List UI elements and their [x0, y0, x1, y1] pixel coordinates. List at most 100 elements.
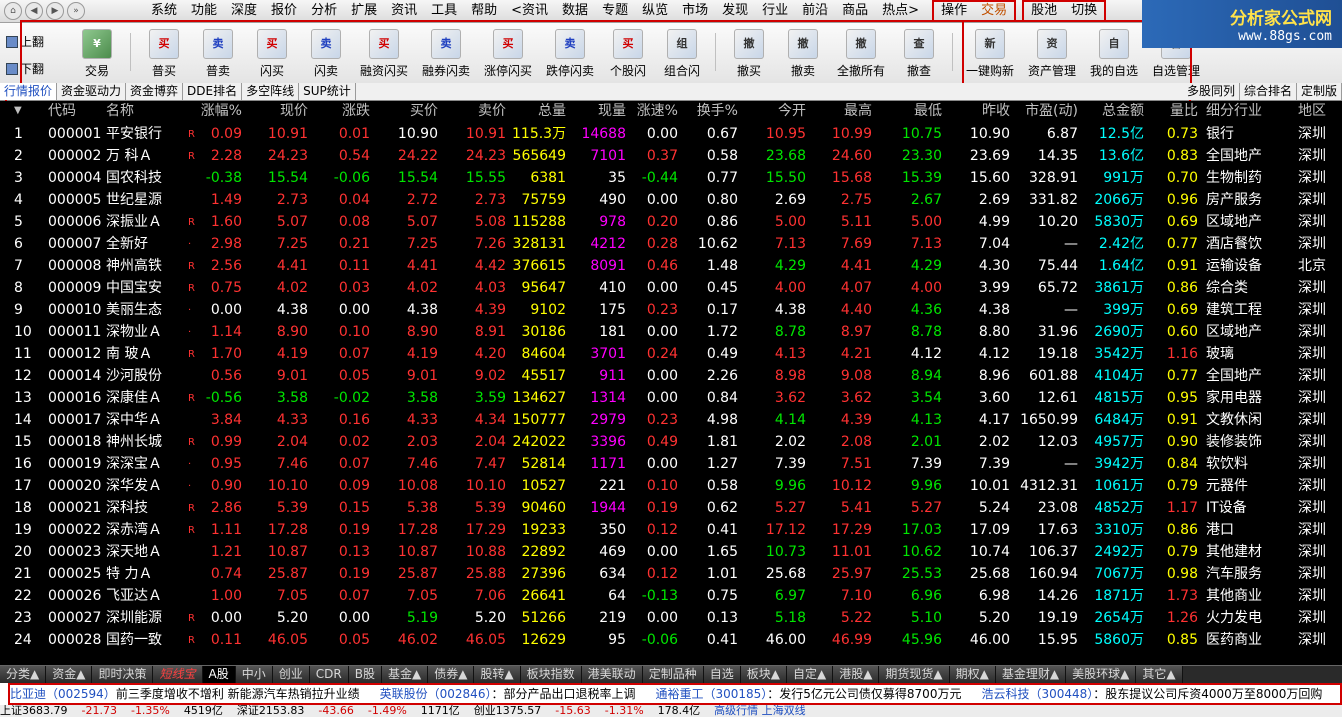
menu-item[interactable]: 系统: [144, 0, 184, 22]
tool-button[interactable]: 卖跌停闪卖: [539, 25, 601, 79]
menu-item[interactable]: 工具: [424, 0, 464, 22]
market-tab[interactable]: 债券▲: [428, 666, 475, 683]
market-tab[interactable]: 板块指数: [520, 666, 582, 683]
menu-item[interactable]: 深度: [224, 0, 264, 22]
table-row[interactable]: 10 000011 深物业Ａ 1.14 8.90 0.10 8.90 8.91 30186 181…: [0, 321, 1342, 343]
table-row[interactable]: 14 000017 深中华Ａ 3.84 4.33 0.16 4.33 4.34 150777 29…: [0, 409, 1342, 431]
market-tab[interactable]: 股转▲: [474, 666, 521, 683]
table-row[interactable]: 5 000006 深振业Ａ 1.60 5.07 0.08 5.07 5.08 115288 978…: [0, 211, 1342, 233]
column-header[interactable]: 总金额: [1088, 101, 1144, 121]
column-header[interactable]: 卖价: [446, 101, 506, 121]
table-row[interactable]: 21 000025 特 力Ａ 0.74 25.87 0.19 25.87 25.88 27396…: [0, 563, 1342, 585]
subtab[interactable]: 多空阵线: [242, 83, 300, 100]
table-row[interactable]: 20 000023 深天地Ａ 1.21 10.87 0.13 10.87 10.88 22892…: [0, 541, 1342, 563]
column-header[interactable]: 地区: [1298, 101, 1338, 121]
market-tab[interactable]: 分类▲: [0, 666, 47, 683]
market-tab[interactable]: 港美联动: [581, 666, 643, 683]
table-row[interactable]: 11 000012 南 玻Ａ 1.70 4.19 0.07 4.19 4.20 84604 370…: [0, 343, 1342, 365]
news-item[interactable]: 通裕重工（300185）：发行5亿元公司债仅募得8700万元: [645, 683, 971, 705]
menu-item[interactable]: 资讯: [384, 0, 424, 22]
table-row[interactable]: 22 000026 飞亚达Ａ 1.00 7.05 0.07 7.05 7.06 26641 64-…: [0, 585, 1342, 607]
subtab[interactable]: 资金博弈: [126, 83, 184, 100]
menu-item[interactable]: 商品: [835, 0, 875, 22]
table-row[interactable]: 8 000009 中国宝安 0.75 4.02 0.03 4.02 4.03 95647 410 0…: [0, 277, 1342, 299]
column-header[interactable]: 总量: [512, 101, 566, 121]
column-header[interactable]: 买价: [378, 101, 438, 121]
column-header[interactable]: 换手%: [686, 101, 738, 121]
tool-button[interactable]: 买个股闪: [601, 25, 655, 79]
page-up-button[interactable]: 上翻: [6, 33, 44, 50]
table-row[interactable]: 24 000028 国药一致 0.11 46.05 0.05 46.02 46.05 12629…: [0, 629, 1342, 651]
menu-item[interactable]: 报价: [264, 0, 304, 22]
tool-button[interactable]: 卖融券闪卖: [415, 25, 477, 79]
tool-button[interactable]: 买普买: [137, 25, 191, 79]
column-header[interactable]: 名称: [106, 101, 178, 121]
column-header[interactable]: 涨跌: [316, 101, 370, 121]
column-header[interactable]: 昨收: [950, 101, 1010, 121]
menu-item[interactable]: <资讯: [504, 0, 555, 22]
table-row[interactable]: 15 000018 神州长城 0.99 2.04 0.02 2.03 2.04 242022 33…: [0, 431, 1342, 453]
market-tab[interactable]: 板块▲: [740, 666, 787, 683]
subtab[interactable]: 资金驱动力: [57, 83, 127, 100]
news-item[interactable]: 比亚迪（002594）前三季度增收不增利 新能源汽车热销拉升业绩: [0, 683, 370, 705]
subtab[interactable]: DDE排名: [183, 83, 243, 100]
menu-item[interactable]: 帮助: [464, 0, 504, 22]
table-row[interactable]: 17 000020 深华发Ａ 0.90 10.10 0.09 10.08 10.10 10527…: [0, 475, 1342, 497]
tool-button[interactable]: 撤撤买: [722, 25, 776, 79]
market-tab[interactable]: 基金▲: [381, 666, 429, 683]
menu-item[interactable]: 市场: [675, 0, 715, 22]
market-tab[interactable]: 期货现货▲: [879, 666, 950, 683]
menu-trade[interactable]: 交易: [974, 2, 1014, 20]
column-header[interactable]: 市盈(动): [1018, 101, 1078, 121]
page-down-button[interactable]: 下翻: [6, 60, 44, 77]
table-row[interactable]: 7 000008 神州高铁 2.56 4.41 0.11 4.41 4.42 376615 809…: [0, 255, 1342, 277]
table-row[interactable]: 4 000005 世纪星源 1.49 2.73 0.04 2.72 2.73 75759 490 0…: [0, 189, 1342, 211]
menu-item[interactable]: 数据: [555, 0, 595, 22]
market-tab[interactable]: CDR: [309, 666, 349, 683]
column-header[interactable]: 量比: [1152, 101, 1198, 121]
column-header[interactable]: 最低: [886, 101, 942, 121]
table-row[interactable]: 12 000014 沙河股份 0.56 9.01 0.05 9.01 9.02 45517 911…: [0, 365, 1342, 387]
table-row[interactable]: 18 000021 深科技 2.86 5.39 0.15 5.38 5.39 90460 1944…: [0, 497, 1342, 519]
market-tab[interactable]: 中小: [235, 666, 273, 683]
market-tab[interactable]: 定制品种: [642, 666, 704, 683]
market-tab[interactable]: 自选: [703, 666, 741, 683]
subtab[interactable]: 多股同列: [1183, 83, 1240, 100]
next-icon[interactable]: »: [67, 2, 85, 20]
tool-button[interactable]: 查撤查: [892, 25, 946, 79]
tool-button[interactable]: 买涨停闪买: [477, 25, 539, 79]
column-header[interactable]: 现量: [570, 101, 626, 121]
forward-icon[interactable]: ▶: [46, 2, 64, 20]
market-tab[interactable]: A股: [202, 666, 236, 683]
market-tab[interactable]: 资金▲: [46, 666, 93, 683]
menu-item[interactable]: 扩展: [344, 0, 384, 22]
subtab[interactable]: 定制版: [1297, 83, 1342, 100]
menu-item[interactable]: 发现: [715, 0, 755, 22]
sort-arrow-icon[interactable]: ▼: [14, 101, 22, 121]
table-row[interactable]: 1 000001 平安银行 0.09 10.91 0.01 10.90 10.91 115.3万…: [0, 123, 1342, 145]
column-header[interactable]: 最高: [818, 101, 872, 121]
menu-stock-pool[interactable]: 股池: [1024, 2, 1064, 20]
market-tab[interactable]: 期权▲: [949, 666, 996, 683]
tool-button[interactable]: 卖普卖: [191, 25, 245, 79]
table-row[interactable]: 9 000010 美丽生态 0.00 4.38 0.00 4.38 4.39 9102 175 0.…: [0, 299, 1342, 321]
market-tab[interactable]: 短线宝: [153, 666, 203, 683]
menu-item[interactable]: 分析: [304, 0, 344, 22]
table-row[interactable]: 3 000004 国农科技 -0.38 15.54 -0.06 15.54 15.55 6381…: [0, 167, 1342, 189]
market-tab[interactable]: 其它▲: [1136, 666, 1183, 683]
market-tab[interactable]: B股: [348, 666, 382, 683]
news-item[interactable]: 浩云科技（300448）：股东提议公司斥资4000万至8000万回购: [971, 683, 1332, 705]
column-header[interactable]: 涨幅%: [196, 101, 242, 121]
tool-button[interactable]: 撤撤卖: [776, 25, 830, 79]
home-icon[interactable]: ⌂: [4, 2, 22, 20]
market-tab[interactable]: 即时决策: [92, 666, 154, 683]
menu-item[interactable]: 纵览: [635, 0, 675, 22]
tool-button[interactable]: 买融资闪买: [353, 25, 415, 79]
table-row[interactable]: 23 000027 深圳能源 0.00 5.20 0.00 5.19 5.20 51266 219…: [0, 607, 1342, 629]
market-tab[interactable]: 自定▲: [786, 666, 834, 683]
tool-button[interactable]: 自我的自选: [1083, 25, 1145, 79]
market-tab[interactable]: 港股▲: [833, 666, 880, 683]
market-tab[interactable]: 美股环球▲: [1066, 666, 1137, 683]
column-header[interactable]: 代码: [48, 101, 102, 121]
menu-switch[interactable]: 切换: [1064, 2, 1104, 20]
